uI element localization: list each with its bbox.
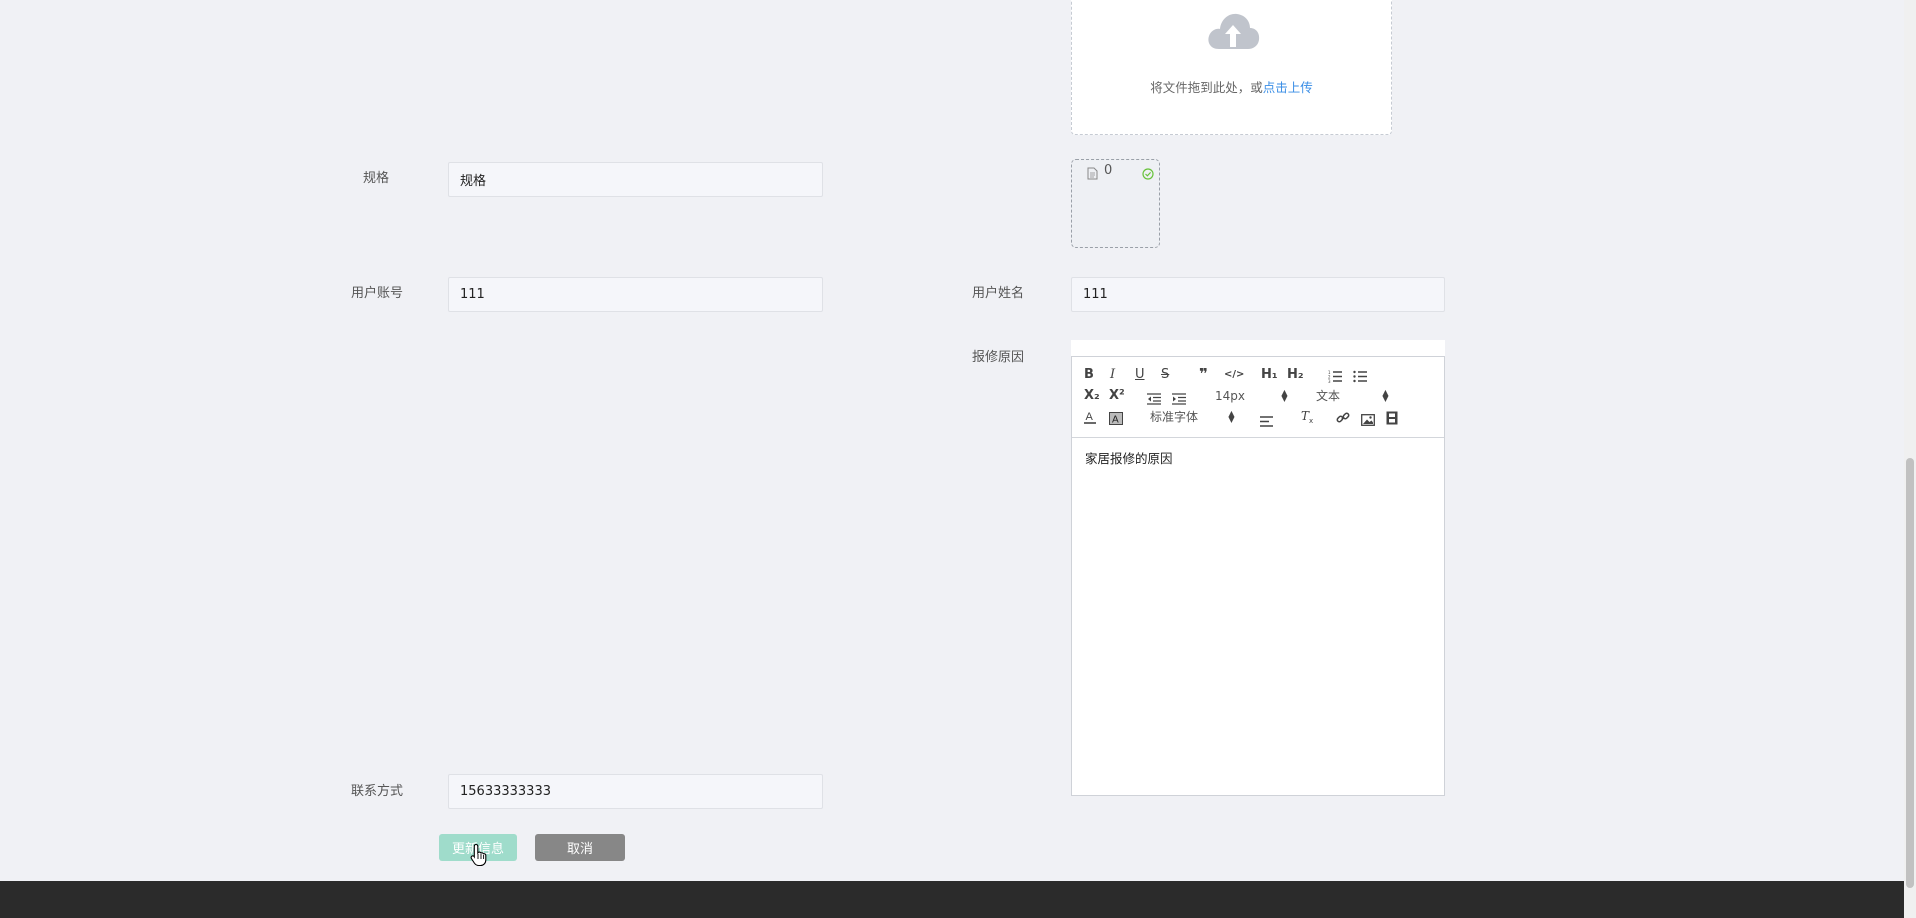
superscript-icon[interactable]: X²	[1109, 388, 1125, 404]
editor-content[interactable]: 家居报修的原因	[1085, 448, 1173, 467]
bullet-list-icon[interactable]	[1353, 368, 1368, 387]
blockquote-icon[interactable]: ❞	[1199, 366, 1208, 382]
text-style-select-arrows-icon: ▲ ▼	[1382, 388, 1389, 403]
header2-icon[interactable]: H₂	[1287, 367, 1304, 383]
italic-icon[interactable]: I	[1110, 367, 1115, 383]
code-block-icon[interactable]: </>	[1224, 367, 1244, 383]
strikethrough-icon[interactable]: S	[1161, 367, 1169, 383]
user-account-label: 用户账号	[351, 286, 404, 301]
upload-instructions: 将文件拖到此处，或点击上传	[1072, 77, 1391, 96]
svg-text:A: A	[1086, 411, 1094, 423]
spec-input[interactable]: 规格	[448, 162, 823, 197]
contact-label: 联系方式	[351, 784, 404, 799]
align-icon[interactable]	[1260, 412, 1274, 431]
contact-input[interactable]: 15633333333	[448, 774, 823, 809]
svg-text:x: x	[1309, 417, 1313, 424]
font-color-icon[interactable]: A	[1084, 409, 1096, 428]
file-name: 0	[1104, 163, 1113, 178]
outdent-icon[interactable]	[1147, 390, 1162, 409]
video-icon[interactable]	[1386, 410, 1398, 429]
user-name-input[interactable]: 111	[1071, 277, 1445, 312]
document-icon	[1087, 165, 1098, 184]
upload-link[interactable]: 点击上传	[1263, 80, 1313, 95]
svg-text:A: A	[1112, 415, 1119, 426]
font-family-select-arrows-icon: ▲ ▼	[1228, 409, 1235, 424]
image-icon[interactable]	[1361, 411, 1375, 430]
indent-icon[interactable]	[1172, 390, 1187, 409]
hand-cursor-icon	[470, 843, 488, 871]
cloud-upload-icon	[1205, 9, 1261, 57]
cancel-button[interactable]: 取消	[535, 834, 625, 861]
upload-text-prefix: 将文件拖到此处，或	[1150, 80, 1263, 95]
subscript-icon[interactable]: X₂	[1084, 388, 1100, 404]
uploaded-file-card[interactable]: 0	[1071, 159, 1160, 248]
bold-icon[interactable]: B	[1084, 367, 1094, 383]
header1-icon[interactable]: H₁	[1261, 367, 1278, 383]
footer-bar	[0, 881, 1904, 918]
text-style-select[interactable]: 文本	[1316, 388, 1340, 404]
ordered-list-icon[interactable]: 123	[1328, 368, 1343, 387]
background-color-icon[interactable]: A	[1109, 410, 1123, 429]
rich-text-editor[interactable]: B I U S ❞ </> H₁ H₂ 123 X₂ X² 14px ▲ ▼ 文本…	[1071, 356, 1445, 796]
scrollbar-thumb[interactable]	[1906, 458, 1914, 888]
font-size-select[interactable]: 14px	[1215, 388, 1245, 404]
clear-format-icon[interactable]: Tx	[1300, 409, 1315, 428]
font-family-select[interactable]: 标准字体	[1150, 409, 1198, 425]
editor-top-strip	[1071, 340, 1445, 356]
spec-label: 规格	[363, 171, 390, 186]
user-name-label: 用户姓名	[972, 286, 1025, 301]
svg-text:3: 3	[1328, 379, 1331, 383]
success-check-icon	[1142, 165, 1154, 184]
repair-reason-label: 报修原因	[972, 350, 1025, 365]
link-icon[interactable]	[1336, 410, 1350, 429]
font-size-select-arrows-icon: ▲ ▼	[1281, 388, 1288, 403]
underline-icon[interactable]: U	[1135, 367, 1145, 383]
user-account-input[interactable]: 111	[448, 277, 823, 312]
upload-dropzone[interactable]: 将文件拖到此处，或点击上传	[1071, 0, 1392, 135]
editor-toolbar: B I U S ❞ </> H₁ H₂ 123 X₂ X² 14px ▲ ▼ 文本…	[1072, 357, 1444, 438]
